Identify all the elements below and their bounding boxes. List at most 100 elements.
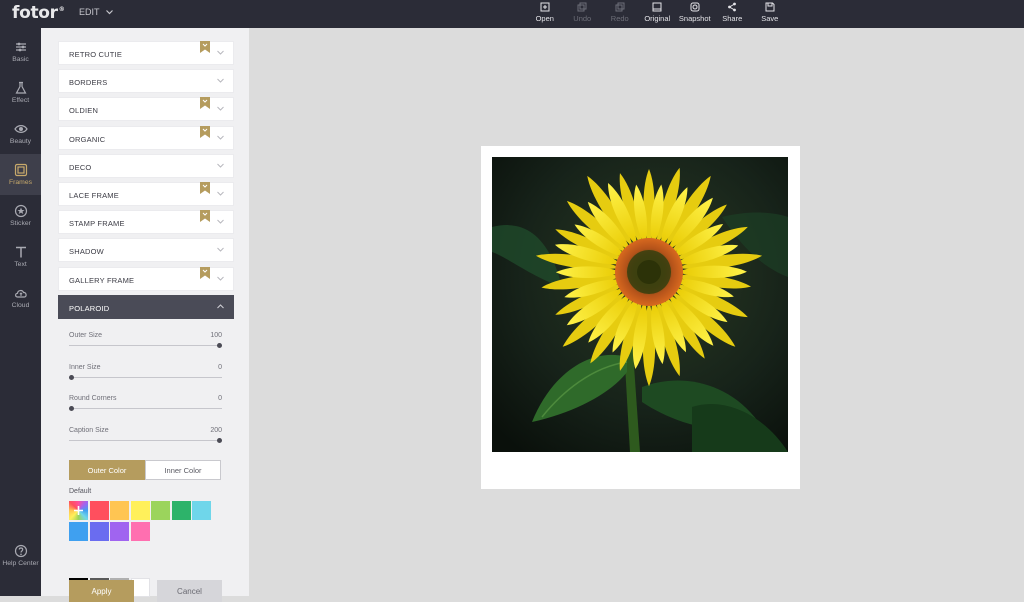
toolbar-original-button[interactable]: Original: [639, 2, 677, 28]
fotor-logo[interactable]: fotor®: [12, 3, 65, 23]
nav-beauty[interactable]: Beauty: [0, 113, 41, 154]
color-swatch[interactable]: [89, 521, 109, 541]
toolbar-label: Save: [761, 14, 779, 23]
category-label: BORDERS: [69, 78, 108, 88]
toolbar-open-button[interactable]: Open: [526, 2, 564, 28]
chevron-down-icon: [217, 135, 224, 140]
premium-bookmark-icon: [200, 182, 210, 194]
color-swatch[interactable]: [130, 521, 150, 541]
category-label: SHADOW: [69, 247, 104, 257]
premium-bookmark-icon: [200, 266, 210, 279]
toolbar-undo-button[interactable]: Undo: [564, 2, 602, 28]
nav-help-center[interactable]: Help Center: [0, 535, 41, 576]
slider-handle[interactable]: [69, 374, 74, 380]
slider-value: 100: [210, 332, 222, 339]
share-icon: [728, 2, 737, 12]
nav-effect[interactable]: Effect: [0, 72, 41, 113]
slider-label: Outer Size: [69, 332, 103, 339]
chevron-down-icon: [105, 10, 113, 15]
slider-handle[interactable]: [69, 405, 74, 411]
nav-label: Beauty: [9, 138, 32, 145]
category-label: OLDIEN: [69, 106, 99, 116]
chevron-down-icon: [217, 219, 224, 224]
frame-category-polaroid[interactable]: POLAROID: [58, 294, 234, 319]
color-swatch[interactable]: [110, 521, 129, 541]
sunflower-photo[interactable]: [492, 157, 788, 452]
slider-handle[interactable]: [217, 342, 222, 348]
open-icon: [540, 2, 550, 12]
nav-text[interactable]: Text: [0, 236, 41, 277]
color-swatch[interactable]: [151, 501, 170, 520]
toolbar-redo-button[interactable]: Redo: [601, 2, 639, 28]
slider-label: Round Corners: [69, 395, 117, 402]
nav-frames[interactable]: Frames: [0, 154, 41, 195]
edit-menu[interactable]: EDIT: [79, 7, 113, 17]
apply-button[interactable]: Apply: [69, 580, 134, 602]
toolbar-snapshot-button[interactable]: Snapshot: [676, 2, 714, 28]
slider-handle[interactable]: [217, 437, 222, 443]
slider-value: 200: [210, 427, 222, 434]
frame-category-gallery-frame[interactable]: GALLERY FRAME: [58, 266, 234, 291]
tab-inner-color[interactable]: Inner Color: [145, 460, 221, 480]
color-swatch[interactable]: [69, 521, 88, 541]
category-label: LACE FRAME: [69, 191, 119, 200]
save-icon: [765, 2, 775, 12]
color-swatch[interactable]: [171, 501, 191, 520]
chevron-down-icon: [217, 191, 224, 196]
nav-sticker[interactable]: Sticker: [0, 195, 41, 236]
edit-menu-label: EDIT: [79, 7, 100, 17]
frame-category-shadow[interactable]: SHADOW: [58, 238, 234, 263]
nav-label: Sticker: [10, 220, 31, 227]
frame-category-stamp-frame[interactable]: STAMP FRAME: [58, 210, 234, 235]
slider-label: Caption Size: [69, 427, 109, 434]
category-label: ORGANIC: [69, 134, 106, 144]
chevron-down-icon: [217, 107, 224, 112]
nav-cloud[interactable]: Cloud: [0, 277, 41, 318]
palette-label: Default: [69, 488, 92, 495]
slider-track[interactable]: [69, 408, 222, 409]
original-icon: [652, 2, 662, 12]
toolbar-label: Original: [644, 14, 671, 23]
toolbar-label: Redo: [610, 14, 629, 23]
slider-label: Inner Size: [69, 364, 101, 371]
frame-category-retro-cutie[interactable]: RETRO CUTIE: [58, 41, 234, 65]
premium-bookmark-icon: [200, 210, 210, 223]
color-swatch[interactable]: [130, 501, 150, 520]
text-icon: [15, 246, 26, 258]
custom-color-picker[interactable]: [69, 501, 88, 520]
toolbar-label: Snapshot: [678, 14, 711, 23]
frame-category-lace-frame[interactable]: LACE FRAME: [58, 182, 234, 206]
canvas-area[interactable]: [249, 28, 1024, 596]
category-label: DECO: [69, 162, 92, 172]
color-swatch[interactable]: [110, 501, 129, 520]
premium-bookmark-icon: [200, 41, 210, 53]
redo-icon: [615, 2, 625, 12]
premium-bookmark-icon: [200, 97, 210, 110]
nav-label: Basic: [12, 56, 29, 63]
frame-category-organic[interactable]: ORGANIC: [58, 125, 234, 150]
frames-panel: RETRO CUTIE BORDERS OLDIEN ORGANIC DECO LACE …: [41, 28, 249, 602]
polaroid-frame[interactable]: [481, 146, 800, 489]
toolbar-share-button[interactable]: Share: [714, 2, 752, 28]
category-label: GALLERY FRAME: [69, 275, 135, 285]
frame-category-borders[interactable]: BORDERS: [58, 69, 234, 94]
toolbar-label: Share: [722, 14, 743, 23]
category-label: POLAROID: [69, 303, 110, 313]
cloud-icon: [14, 289, 27, 298]
tab-outer-color[interactable]: Outer Color: [69, 460, 145, 480]
toolbar-save-button[interactable]: Save: [751, 2, 789, 28]
color-swatch[interactable]: [89, 501, 109, 520]
nav-label: Help Center: [2, 560, 39, 567]
frame-category-oldien[interactable]: OLDIEN: [58, 97, 234, 122]
category-label: STAMP FRAME: [69, 219, 125, 229]
nav-basic[interactable]: Basic: [0, 31, 41, 72]
frame-category-deco[interactable]: DECO: [58, 153, 234, 178]
slider-track[interactable]: [69, 377, 222, 378]
slider-track[interactable]: [69, 345, 222, 346]
chevron-down-icon: [217, 50, 224, 55]
eye-icon: [13, 125, 28, 133]
color-swatch[interactable]: [192, 501, 211, 520]
cancel-button[interactable]: Cancel: [157, 580, 222, 602]
toolbar-label: Undo: [573, 14, 592, 23]
slider-track[interactable]: [69, 440, 222, 441]
